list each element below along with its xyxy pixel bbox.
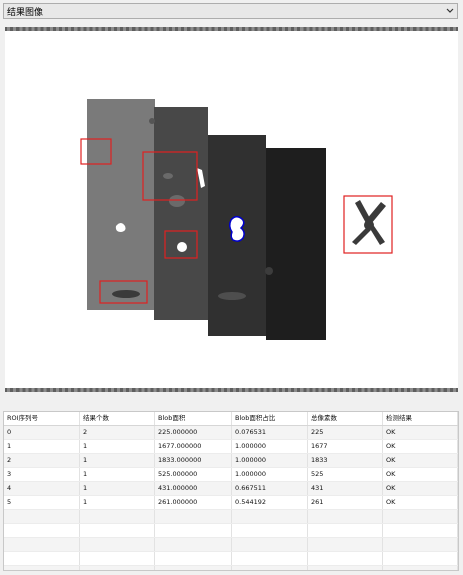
table-cell: 1	[80, 454, 155, 467]
table-row-empty	[4, 566, 458, 570]
table-cell: 1.000000	[232, 454, 308, 467]
table-cell: 1677	[308, 440, 383, 453]
table-cell: 2	[80, 426, 155, 439]
table-cell: 1833.000000	[155, 454, 232, 467]
table-header: ROI序列号 结果个数 Blob面积 Blob面积占比 总像素数 检测结果	[4, 412, 458, 426]
table-cell: 0.544192	[232, 496, 308, 509]
table-cell: 0.667511	[232, 482, 308, 495]
blob-white-2	[177, 242, 187, 252]
table-cell: 525	[308, 468, 383, 481]
table-row-empty	[4, 510, 458, 524]
table-cell: 1.000000	[232, 468, 308, 481]
blob-outline-1	[228, 216, 245, 242]
col-header-total-pixels: 总像素数	[308, 412, 383, 425]
table-cell: 225	[308, 426, 383, 439]
blob-gray-3	[218, 292, 246, 300]
result-table[interactable]: ROI序列号 结果个数 Blob面积 Blob面积占比 总像素数 检测结果 0 …	[3, 411, 459, 571]
table-row[interactable]: 3 1 525.000000 1.000000 525 OK	[4, 468, 458, 482]
table-cell: 261	[308, 496, 383, 509]
result-image-viewer[interactable]	[5, 27, 458, 392]
table-cell: 1	[80, 468, 155, 481]
table-cell: 3	[4, 468, 80, 481]
table-cell: 225.000000	[155, 426, 232, 439]
table-cell: 261.000000	[155, 496, 232, 509]
chevron-down-icon[interactable]	[443, 4, 457, 18]
table-cell: 0.076531	[232, 426, 308, 439]
result-image-canvas	[80, 99, 393, 340]
table-cell: OK	[383, 454, 458, 467]
blob-gray-1	[169, 195, 185, 207]
col-header-roi-index: ROI序列号	[4, 412, 80, 425]
table-cell: 1	[80, 440, 155, 453]
table-row[interactable]: 1 1 1677.000000 1.000000 1677 OK	[4, 440, 458, 454]
col-header-blob-area-ratio: Blob面积占比	[232, 412, 308, 425]
table-cell: 5	[4, 496, 80, 509]
table-row-empty	[4, 524, 458, 538]
table-cell: OK	[383, 468, 458, 481]
blob-dark-1	[112, 290, 140, 298]
table-cell: 1	[80, 496, 155, 509]
x-shaped-object	[352, 200, 386, 245]
col-header-detect-result: 检测结果	[383, 412, 458, 425]
table-cell: 0	[4, 426, 80, 439]
panel-2	[154, 107, 208, 320]
table-row-empty	[4, 552, 458, 566]
table-cell: 2	[4, 454, 80, 467]
blob-gray-4	[149, 118, 155, 124]
table-row[interactable]: 4 1 431.000000 0.667511 431 OK	[4, 482, 458, 496]
col-header-result-count: 结果个数	[80, 412, 155, 425]
panel-4	[266, 148, 326, 340]
table-row-empty	[4, 538, 458, 552]
table-cell: 1	[80, 482, 155, 495]
table-cell: OK	[383, 426, 458, 439]
table-cell: 431.000000	[155, 482, 232, 495]
table-row[interactable]: 0 2 225.000000 0.076531 225 OK	[4, 426, 458, 440]
panel-1	[87, 99, 155, 310]
table-cell: OK	[383, 440, 458, 453]
table-cell: OK	[383, 496, 458, 509]
table-cell: 525.000000	[155, 468, 232, 481]
blob-gray-2	[163, 173, 173, 179]
table-cell: 1	[4, 440, 80, 453]
dropdown-value: 结果图像	[7, 7, 44, 18]
table-cell: 1833	[308, 454, 383, 467]
table-row[interactable]: 5 1 261.000000 0.544192 261 OK	[4, 496, 458, 510]
table-cell: 1.000000	[232, 440, 308, 453]
table-cell: OK	[383, 482, 458, 495]
table-cell: 431	[308, 482, 383, 495]
col-header-blob-area: Blob面积	[155, 412, 232, 425]
blob-gray-5	[265, 267, 273, 275]
result-image-dropdown[interactable]: 结果图像	[3, 3, 458, 19]
table-cell: 1677.000000	[155, 440, 232, 453]
table-cell: 4	[4, 482, 80, 495]
table-row[interactable]: 2 1 1833.000000 1.000000 1833 OK	[4, 454, 458, 468]
